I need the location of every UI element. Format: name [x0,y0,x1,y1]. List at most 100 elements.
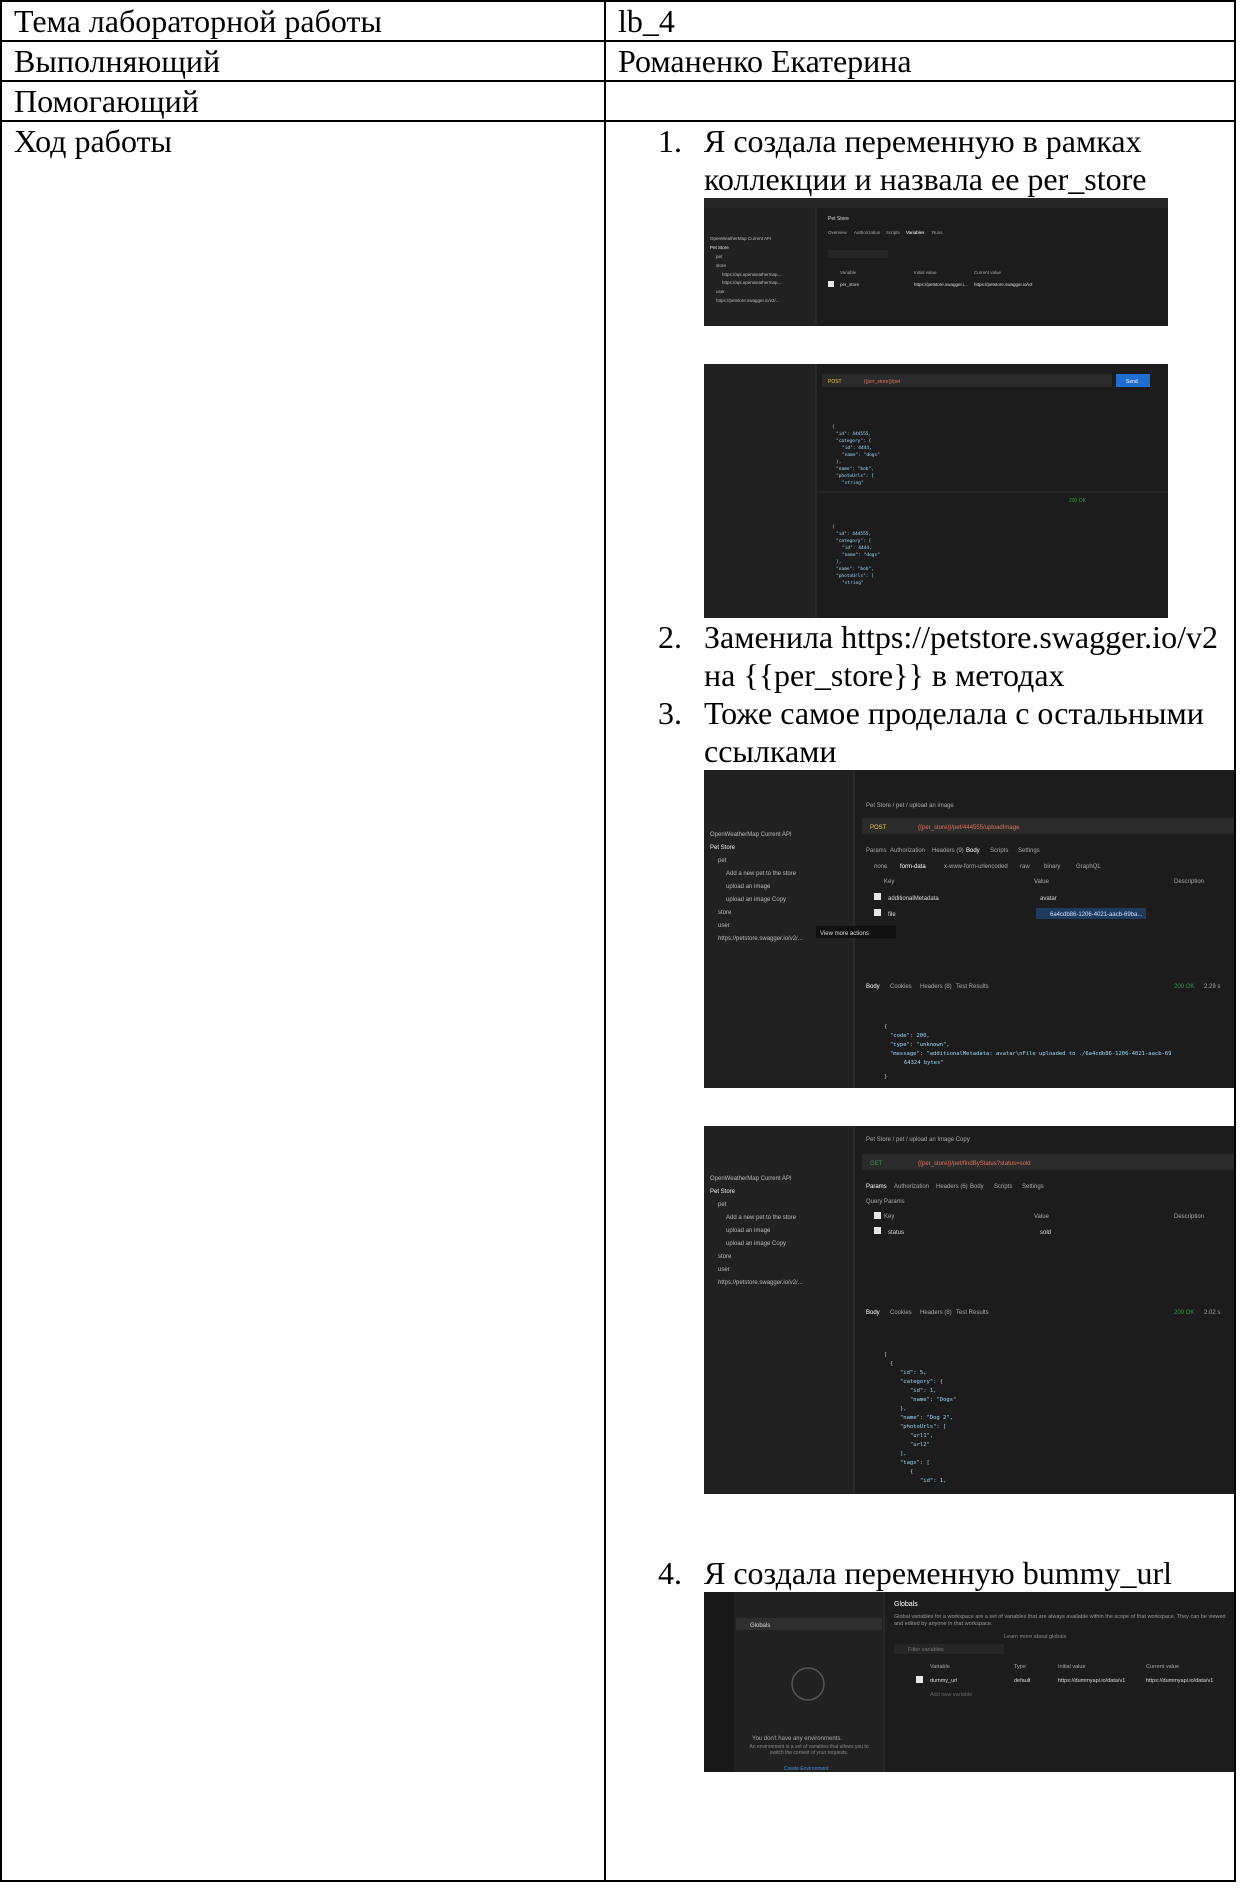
sidebar-item[interactable]: Add a new pet to the store [726,1215,797,1221]
sidebar-item[interactable]: pet [718,858,727,864]
variable-type[interactable]: default [1014,1678,1031,1684]
sidebar-item[interactable]: user [718,1267,730,1273]
sidebar-item[interactable]: upload an image Copy [726,1241,786,1247]
sidebar-item[interactable]: pet [716,254,723,259]
method[interactable]: POST [870,825,887,831]
sidebar-item[interactable]: Pet Store [710,1189,736,1195]
tab-runs[interactable]: Runs [932,230,943,235]
column-header: Description [1174,1214,1204,1220]
sidebar-item[interactable]: upload an image [726,1228,771,1234]
key-cell[interactable]: file [888,912,896,918]
body-type-none[interactable]: none [874,864,888,870]
tab-settings[interactable]: Settings [1022,1184,1044,1190]
method[interactable]: POST [828,379,842,385]
resp-tab-headers[interactable]: Headers (8) [920,984,952,990]
value-cell[interactable]: avatar [1040,896,1057,902]
tab-overview[interactable]: Overview [828,230,848,235]
row-value [604,80,1236,122]
method[interactable]: GET [870,1161,883,1167]
add-variable[interactable]: Add new variable [930,1692,972,1698]
screenshot-post-request: POST {{per_store}}/pet Send { "id": 4445… [704,364,1168,618]
key-cell[interactable]: additionalMetadata [888,896,939,902]
tab-scripts[interactable]: Scripts [990,848,1008,854]
sidebar-item[interactable]: Add a new pet to the store [726,871,797,877]
tab-headers[interactable]: Headers (6) [936,1184,968,1190]
create-environment-link[interactable]: Create Environment [784,1766,829,1772]
body-type-binary[interactable]: binary [1044,864,1060,870]
key-cell[interactable]: status [888,1230,904,1236]
tab-body[interactable]: Body [966,848,980,854]
checkbox[interactable] [874,893,881,900]
value-cell[interactable]: sold [1040,1230,1051,1236]
tab-body[interactable]: Body [970,1184,984,1190]
sidebar-item[interactable]: https://petstore.swagger.io/v2/... [716,298,780,303]
tab-headers[interactable]: Headers (9) [932,848,964,854]
sidebar-item[interactable]: store [718,910,732,916]
sidebar-item[interactable]: https://petstore.swagger.io/v2/... [718,936,803,942]
code-line: "name": "bob", [836,566,874,572]
current-value[interactable]: https://petstore.swagger.io/v2 [974,282,1033,287]
sidebar-item[interactable]: store [718,1254,732,1260]
resp-tab-headers[interactable]: Headers (8) [920,1310,952,1316]
status-badge: 200 OK [1069,498,1087,504]
table-row: Ход работы 1. Я создала переменную в рам… [0,120,1236,1882]
checkbox[interactable] [828,281,834,287]
body-type-urlencoded[interactable]: x-www-form-urlencoded [944,864,1008,870]
resp-tab-tests[interactable]: Test Results [956,984,989,990]
tab-variables[interactable]: Variables [906,230,925,235]
sidebar-item[interactable]: Pet Store [710,845,736,851]
tab-scripts[interactable]: Scripts [886,230,901,235]
checkbox[interactable] [874,1212,881,1219]
initial-value[interactable]: https://petstore.swagger.i... [914,282,968,287]
body-type-raw[interactable]: raw [1020,864,1030,870]
empty-title: You don't have any environments. [752,1736,842,1742]
checkbox[interactable] [916,1676,923,1683]
tab-scripts[interactable]: Scripts [994,1184,1012,1190]
tab-authorization[interactable]: Authorization [854,230,881,235]
sidebar-item[interactable]: https://api.openweathermap... [722,280,781,285]
tab-authorization[interactable]: Authorization [894,1184,929,1190]
sidebar-item[interactable]: https://api.openweathermap... [722,272,781,277]
learn-more-link[interactable]: Learn more about globals [1004,1634,1067,1640]
globals-item[interactable]: Globals [750,1623,770,1629]
sidebar-item[interactable]: OpenWeatherMap Current API [710,236,771,241]
body-type-form-data[interactable]: form-data [900,864,926,870]
url-input[interactable]: {{per_store}}/pet [864,379,901,385]
tab-params[interactable]: Params [866,1184,887,1190]
resp-tab-cookies[interactable]: Cookies [890,1310,912,1316]
sidebar-item[interactable]: pet [718,1202,727,1208]
file-value[interactable]: 6a4cdb86-1206-4021-aacb-69ba... [1050,912,1143,918]
url-input[interactable]: {{per_store}}/pet/findByStatus?status=so… [918,1161,1031,1167]
sidebar-item[interactable]: Pet Store [710,245,729,250]
initial-value[interactable]: https://dummyapi.io/data/v1 [1058,1678,1125,1684]
tab-params[interactable]: Params [866,848,887,854]
current-value[interactable]: https://dummyapi.io/data/v1 [1146,1678,1213,1684]
table-row: Выполняющий Романенко Екатерина [0,40,1236,82]
query-params-label: Query Params [866,1199,905,1205]
body-type-graphql[interactable]: GraphQL [1076,864,1101,870]
variable-name[interactable]: per_store [840,282,860,287]
column-header: Variable [840,270,857,275]
column-header: Current value [1146,1664,1179,1670]
tab-settings[interactable]: Settings [1018,848,1040,854]
sidebar-item[interactable]: OpenWeatherMap Current API [710,832,792,838]
resp-tab-tests[interactable]: Test Results [956,1310,989,1316]
resp-tab-body[interactable]: Body [866,1310,880,1316]
variable-name[interactable]: dummy_url [930,1678,957,1684]
checkbox[interactable] [874,1227,881,1234]
tab-authorization[interactable]: Authorization [890,848,925,854]
code-line: 64324 bytes" [904,1060,944,1066]
sidebar-item[interactable]: https://petstore.swagger.io/v2/... [718,1280,803,1286]
checkbox[interactable] [874,909,881,916]
resp-tab-cookies[interactable]: Cookies [890,984,912,990]
code-line: "id": 1, [910,1388,937,1394]
sidebar-item[interactable]: upload an image Copy [726,897,786,903]
step-text: Я создала переменную bummy_url [704,1555,1173,1591]
url-input[interactable]: {{per_store}}/pet/444555/uploadImage [918,825,1020,831]
resp-tab-body[interactable]: Body [866,984,880,990]
sidebar-item[interactable]: store [716,263,727,268]
sidebar-item[interactable]: user [716,289,725,294]
sidebar-item[interactable]: upload an image [726,884,771,890]
sidebar-item[interactable]: OpenWeatherMap Current API [710,1176,792,1182]
sidebar-item[interactable]: user [718,923,730,929]
